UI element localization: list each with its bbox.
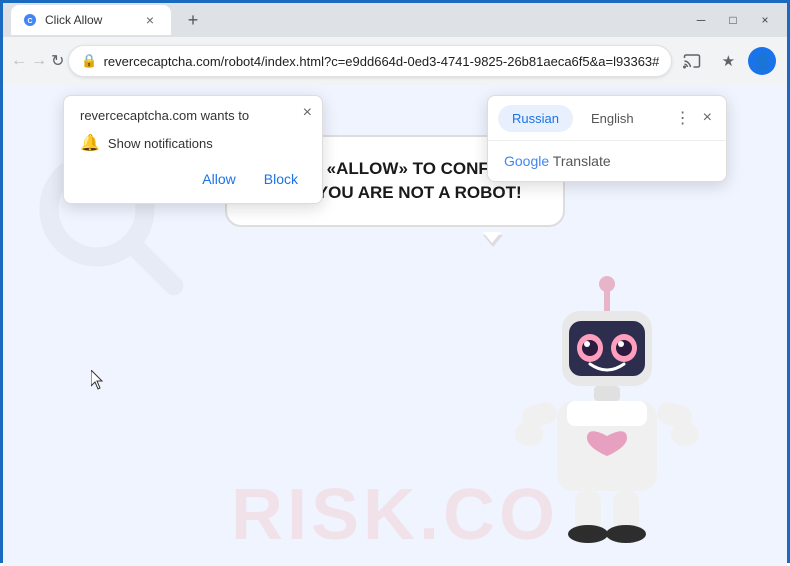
translate-header: Russian English ⋮ × (488, 96, 726, 141)
tab-favicon: C (23, 13, 37, 27)
allow-button[interactable]: Allow (194, 167, 243, 191)
translate-popup: Russian English ⋮ × Google Translate (487, 95, 727, 182)
minimize-button[interactable]: ─ (687, 10, 715, 30)
robot-image (507, 276, 707, 536)
reload-button[interactable]: ↻ (51, 45, 64, 77)
omnibox-bar: ← → ↻ 🔒 revercecaptcha.com/robot4/index.… (3, 37, 787, 85)
bell-icon: 🔔 (80, 133, 100, 153)
page-content: RISK.CO CLICK «ALLOW» TO CONFIRM THAT YO… (3, 85, 787, 566)
window-controls: ─ □ × (687, 10, 779, 30)
translate-close-button[interactable]: × (699, 105, 716, 131)
bookmark-icon-button[interactable]: ★ (712, 45, 744, 77)
translate-tab-english[interactable]: English (577, 105, 648, 132)
google-translate-label: Google Translate (504, 153, 710, 169)
url-text: revercecaptcha.com/robot4/index.html?c=e… (104, 54, 660, 69)
maximize-button[interactable]: □ (719, 10, 747, 30)
forward-button[interactable]: → (31, 45, 47, 77)
lock-icon: 🔒 (81, 53, 97, 69)
window-close-button[interactable]: × (751, 10, 779, 30)
profile-avatar-icon: 👤 (754, 53, 771, 70)
menu-button[interactable]: ⋮ (780, 45, 790, 77)
translate-tab-russian[interactable]: Russian (498, 105, 573, 132)
mouse-cursor (91, 370, 105, 390)
omnibox[interactable]: 🔒 revercecaptcha.com/robot4/index.html?c… (68, 45, 672, 77)
block-button[interactable]: Block (256, 167, 306, 191)
notification-close-button[interactable]: × (303, 104, 312, 122)
active-tab[interactable]: C Click Allow × (11, 5, 171, 35)
google-text: Google (504, 153, 549, 169)
notification-item-text: Show notifications (108, 136, 213, 151)
toolbar-icons: ★ 👤 ⋮ (676, 45, 790, 77)
svg-text:C: C (27, 18, 32, 25)
notification-actions: Allow Block (80, 167, 306, 191)
back-button[interactable]: ← (11, 45, 27, 77)
translate-more-button[interactable]: ⋮ (671, 104, 695, 132)
profile-button[interactable]: 👤 (748, 47, 776, 75)
new-tab-button[interactable]: + (179, 6, 207, 34)
notification-popup: × revercecaptcha.com wants to 🔔 Show not… (63, 95, 323, 204)
cast-icon-button[interactable] (676, 45, 708, 77)
translate-body: Google Translate (488, 141, 726, 181)
tab-label: Click Allow (45, 13, 102, 27)
notification-item: 🔔 Show notifications (80, 133, 306, 153)
cast-icon (683, 52, 701, 70)
tab-close-button[interactable]: × (141, 11, 159, 29)
translate-text: Translate (553, 153, 611, 169)
titlebar: C Click Allow × + ─ □ × (3, 3, 787, 37)
notification-title: revercecaptcha.com wants to (80, 108, 306, 123)
